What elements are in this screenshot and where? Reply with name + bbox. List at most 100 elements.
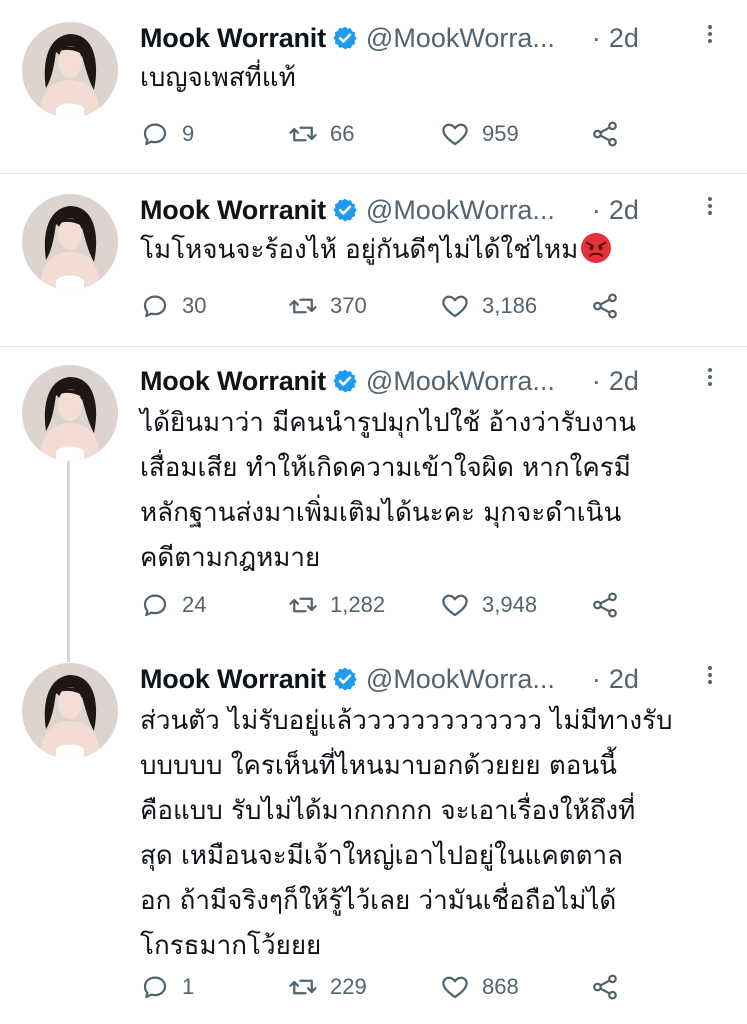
- like-count: 868: [482, 974, 519, 999]
- retweet-count: 229: [330, 974, 367, 999]
- reply-button[interactable]: 30: [140, 288, 206, 324]
- heart-icon: [442, 976, 468, 999]
- tweet[interactable]: Mook Worranit @MookWorra... · 2d ส่วนตัว…: [0, 659, 747, 1024]
- tweet-text-line: โมโหจนจะร้องไห้ อยู่กันดีๆไม่ได้ใช่ไหม: [140, 228, 735, 273]
- avatar[interactable]: [22, 194, 118, 290]
- share-button[interactable]: [590, 116, 632, 152]
- avatar-image: [22, 22, 118, 118]
- like-button[interactable]: 3,186: [440, 288, 537, 324]
- author-handle[interactable]: @MookWorra...: [366, 664, 586, 695]
- like-count: 959: [482, 121, 519, 146]
- reply-button[interactable]: 24: [140, 587, 206, 623]
- more-vertical-icon[interactable]: [705, 365, 715, 395]
- more-vertical-icon[interactable]: [705, 194, 715, 224]
- author-handle[interactable]: @MookWorra...: [366, 195, 586, 226]
- author-name[interactable]: Mook Worranit: [140, 195, 326, 226]
- tweet-text-line: เบญจเพสที่แท้: [140, 63, 296, 93]
- avatar-image: [22, 663, 118, 759]
- timestamp[interactable]: 2d: [609, 366, 639, 397]
- like-button[interactable]: 868: [440, 969, 519, 1005]
- separator: ·: [591, 22, 601, 53]
- retweet-count: 66: [330, 121, 355, 146]
- author-name[interactable]: Mook Worranit: [140, 664, 326, 695]
- avatar-image: [22, 365, 118, 461]
- avatar[interactable]: [22, 365, 118, 461]
- verified-badge-icon: [333, 667, 357, 691]
- reply-count: 30: [182, 293, 207, 318]
- tweet-text: ส่วนตัว ไม่รับอยู่แล้ววววววววววววว ไม่มี…: [140, 699, 735, 969]
- reply-icon: [143, 295, 167, 318]
- tweet[interactable]: Mook Worranit @MookWorra... · 2d ได้ยินม…: [0, 347, 747, 659]
- author-name[interactable]: Mook Worranit: [140, 366, 326, 397]
- heart-icon: [442, 123, 468, 146]
- tweet-text-line: คือแบบ รับไม่ได้มากกกกก จะเอาเรื่องให้ถึ…: [140, 796, 636, 826]
- tweet-text-line: ได้ยินมาว่า มีคนนำรูปมุกไปใช้ อ้างว่ารับ…: [140, 408, 637, 438]
- tweet-text-line: ส่วนตัว ไม่รับอยู่แล้ววววววววววววว ไม่มี…: [140, 706, 673, 736]
- tweet-header: Mook Worranit @MookWorra... · 2d: [140, 363, 730, 399]
- share-icon: [593, 592, 617, 618]
- tweet-header: Mook Worranit @MookWorra... · 2d: [140, 20, 730, 56]
- reply-button[interactable]: 9: [140, 116, 194, 152]
- tweet-actions: 24 1,282 3,948: [140, 587, 700, 623]
- tweet-text: โมโหจนจะร้องไห้ อยู่กันดีๆไม่ได้ใช่ไหม: [140, 228, 735, 273]
- author-handle[interactable]: @MookWorra...: [366, 366, 586, 397]
- tweet-text-line: โกรธมากโว้ยยย: [140, 931, 322, 961]
- tweet-text-content: โมโหจนจะร้องไห้ อยู่กันดีๆไม่ได้ใช่ไหม: [140, 235, 579, 265]
- reply-icon: [143, 123, 167, 146]
- reply-count: 9: [182, 121, 195, 146]
- retweet-count: 370: [330, 293, 367, 318]
- verified-badge-icon: [333, 26, 357, 50]
- separator: ·: [591, 663, 601, 694]
- retweet-button[interactable]: 370: [288, 288, 367, 324]
- timestamp[interactable]: 2d: [609, 23, 639, 54]
- retweet-icon: [289, 126, 317, 142]
- tweet-text-line: เสื่อมเสีย ทำให้เกิดความเข้าใจผิด หากใคร…: [140, 453, 631, 483]
- more-vertical-icon[interactable]: [705, 663, 715, 693]
- author-name[interactable]: Mook Worranit: [140, 23, 326, 54]
- tweet-actions: 9 66 959: [140, 116, 700, 152]
- retweet-icon: [289, 979, 317, 995]
- tweet-actions: 30 370 3,186: [140, 288, 700, 324]
- reply-button[interactable]: 1: [140, 969, 194, 1005]
- tweet-text-line: สุด เหมือนจะมีเจ้าใหญ่เอาไปอยู่ในแคตตาล: [140, 841, 624, 871]
- tweet-header: Mook Worranit @MookWorra... · 2d: [140, 192, 730, 228]
- share-icon: [593, 974, 617, 1000]
- angry-face-emoji: [581, 233, 612, 263]
- more-vertical-icon[interactable]: [705, 22, 715, 52]
- heart-icon: [442, 295, 468, 318]
- retweet-button[interactable]: 66: [288, 116, 354, 152]
- tweet[interactable]: Mook Worranit @MookWorra... · 2d โมโหจนจ…: [0, 174, 747, 346]
- tweet[interactable]: Mook Worranit @MookWorra... · 2d เบญจเพส…: [0, 0, 747, 173]
- retweet-button[interactable]: 1,282: [288, 587, 385, 623]
- reply-icon: [143, 594, 167, 617]
- tweet-text-line: คดีตามกฎหมาย: [140, 543, 321, 573]
- tweet-text-line: หลักฐานส่งมาเพิ่มเติมได้นะคะ มุกจะดำเนิน: [140, 498, 622, 528]
- like-button[interactable]: 959: [440, 116, 519, 152]
- share-button[interactable]: [590, 288, 632, 324]
- heart-icon: [442, 594, 468, 617]
- timestamp[interactable]: 2d: [609, 664, 639, 695]
- avatar[interactable]: [22, 22, 118, 118]
- verified-badge-icon: [333, 369, 357, 393]
- tweet-text-line: บบบบบ ใครเห็นที่ไหนมาบอกด้วยยย ตอนนี้: [140, 751, 617, 781]
- like-count: 3,948: [482, 592, 538, 617]
- retweet-count: 1,282: [330, 592, 386, 617]
- like-button[interactable]: 3,948: [440, 587, 537, 623]
- share-icon: [593, 121, 617, 147]
- tweet-text: ได้ยินมาว่า มีคนนำรูปมุกไปใช้ อ้างว่ารับ…: [140, 401, 735, 581]
- tweet-header: Mook Worranit @MookWorra... · 2d: [140, 661, 730, 697]
- separator: ·: [591, 365, 601, 396]
- retweet-icon: [289, 597, 317, 613]
- share-icon: [593, 293, 617, 319]
- share-button[interactable]: [590, 587, 632, 623]
- tweet-text: เบญจเพสที่แท้: [140, 56, 735, 101]
- avatar-image: [22, 194, 118, 290]
- retweet-button[interactable]: 229: [288, 969, 367, 1005]
- share-button[interactable]: [590, 969, 632, 1005]
- author-handle[interactable]: @MookWorra...: [366, 23, 586, 54]
- timestamp[interactable]: 2d: [609, 195, 639, 226]
- reply-icon: [143, 976, 167, 999]
- separator: ·: [591, 194, 601, 225]
- tweet-actions: 1 229 868: [140, 969, 700, 1005]
- avatar[interactable]: [22, 663, 118, 759]
